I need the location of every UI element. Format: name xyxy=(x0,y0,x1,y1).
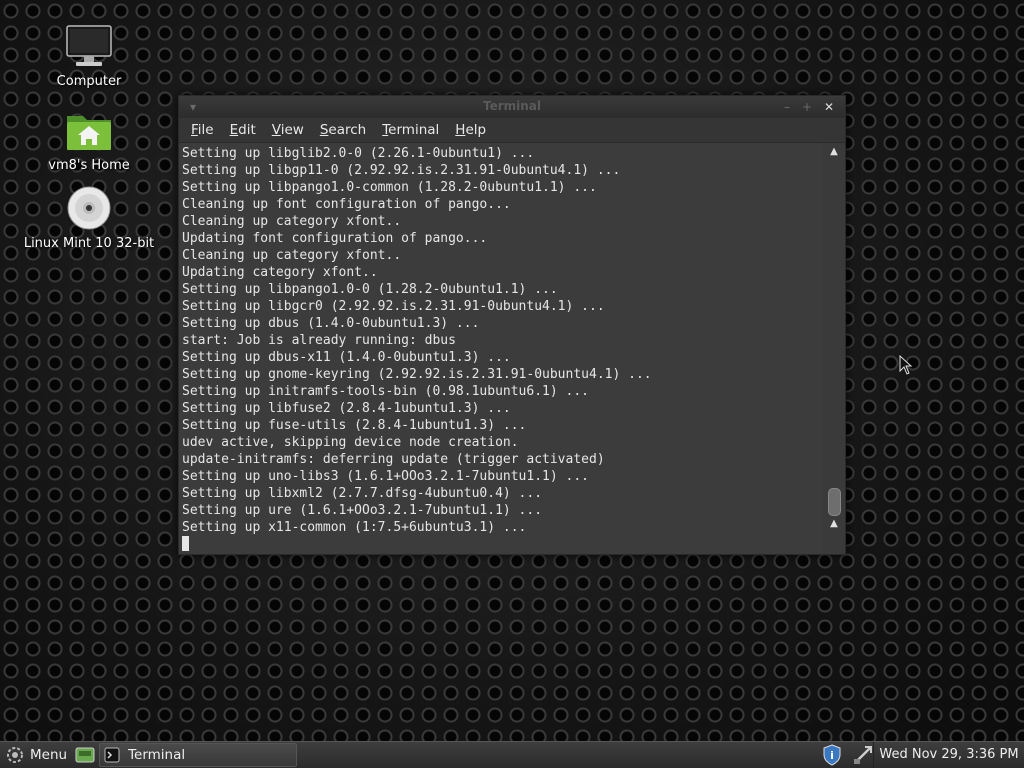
panel-clock[interactable]: Wed Nov 29, 3:36 PM xyxy=(873,742,1024,768)
menu-help[interactable]: Help xyxy=(447,118,494,142)
terminal-output[interactable]: Setting up libglib2.0-0 (2.26.1-0ubuntu1… xyxy=(179,143,823,554)
terminal-line: Setting up initramfs-tools-bin (0.98.1ub… xyxy=(182,384,589,399)
scrollbar-thumb[interactable] xyxy=(828,488,841,516)
home-folder-icon xyxy=(14,106,164,154)
show-desktop-icon[interactable] xyxy=(75,746,95,764)
terminal-app-icon xyxy=(104,747,120,763)
desktop-icon-label: vm8's Home xyxy=(48,158,130,173)
main-menu-button[interactable]: Menu xyxy=(0,742,73,768)
terminal-line: Setting up uno-libs3 (1.6.1+OOo3.2.1-7ub… xyxy=(182,469,589,484)
menu-search[interactable]: Search xyxy=(312,118,374,142)
desktop-icon-label: Linux Mint 10 32-bit xyxy=(23,236,155,251)
scroll-up-icon[interactable]: ▲ xyxy=(823,145,845,159)
terminal-line: Setting up libgcr0 (2.92.92.is.2.31.91-0… xyxy=(182,299,605,314)
terminal-line: udev active, skipping device node creati… xyxy=(182,435,519,450)
terminal-line: Setting up libxml2 (2.7.7.dfsg-4ubuntu0.… xyxy=(182,486,543,501)
terminal-line: Cleaning up category xfont.. xyxy=(182,214,402,229)
terminal-line: Updating font configuration of pango... xyxy=(182,231,488,246)
window-titlebar[interactable]: ▾ Terminal – + ✕ xyxy=(179,96,845,118)
terminal-window[interactable]: ▾ Terminal – + ✕ File Edit View Search T… xyxy=(178,95,846,555)
terminal-line: Setting up fuse-utils (2.8.4-1ubuntu1.3)… xyxy=(182,418,527,433)
taskbar-terminal-label: Terminal xyxy=(128,747,186,763)
terminal-line: Setting up libpango1.0-common (1.28.2-0u… xyxy=(182,180,597,195)
mint-menu-icon xyxy=(6,746,24,764)
system-tray: i xyxy=(822,744,874,766)
terminal-line: Setting up dbus (1.4.0-0ubuntu1.3) ... xyxy=(182,316,480,331)
maximize-icon[interactable]: + xyxy=(799,99,815,115)
terminal-lines: Setting up libglib2.0-0 (2.26.1-0ubuntu1… xyxy=(179,143,823,553)
menu-terminal[interactable]: Terminal xyxy=(374,118,447,142)
terminal-line: Setting up libfuse2 (2.8.4-1ubuntu1.3) .… xyxy=(182,401,511,416)
terminal-line: Cleaning up font configuration of pango.… xyxy=(182,197,511,212)
network-icon[interactable] xyxy=(852,744,874,766)
terminal-line: Setting up libgp11-0 (2.92.92.is.2.31.91… xyxy=(182,163,621,178)
minimize-icon[interactable]: – xyxy=(779,99,795,115)
terminal-line: update-initramfs: deferring update (trig… xyxy=(182,452,605,467)
terminal-line: Setting up gnome-keyring (2.92.92.is.2.3… xyxy=(182,367,652,382)
computer-icon xyxy=(14,22,164,70)
menu-edit[interactable]: Edit xyxy=(222,118,264,142)
mouse-pointer-icon xyxy=(899,354,913,379)
desktop-icon-label: Computer xyxy=(56,74,122,89)
desktop-icon-computer[interactable]: Computer xyxy=(14,22,164,89)
terminal-line: Cleaning up category xfont.. xyxy=(182,248,402,263)
terminal-line: Updating category xfont.. xyxy=(182,265,378,280)
svg-text:i: i xyxy=(830,749,834,762)
update-shield-icon[interactable]: i xyxy=(822,744,842,766)
close-icon[interactable]: ✕ xyxy=(821,99,837,115)
terminal-line: Setting up libglib2.0-0 (2.26.1-0ubuntu1… xyxy=(182,146,535,161)
text-cursor xyxy=(182,536,189,551)
menubar: File Edit View Search Terminal Help xyxy=(179,118,845,143)
bottom-panel: Menu Terminal i Wed Nov 29, 3:36 PM xyxy=(0,741,1024,768)
terminal-scrollbar[interactable]: ▲ ▲ xyxy=(823,143,845,554)
menu-view[interactable]: View xyxy=(264,118,312,142)
scroll-up-bottom-icon[interactable]: ▲ xyxy=(823,517,845,531)
main-menu-label: Menu xyxy=(30,747,68,763)
terminal-line: Setting up x11-common (1:7.5+6ubuntu3.1)… xyxy=(182,520,527,535)
desktop-icon-dvd[interactable]: Linux Mint 10 32-bit xyxy=(14,184,164,251)
desktop-icon-home[interactable]: vm8's Home xyxy=(14,106,164,173)
window-title: Terminal xyxy=(482,99,542,113)
terminal-line: Setting up libpango1.0-0 (1.28.2-0ubuntu… xyxy=(182,282,558,297)
terminal-line: Setting up dbus-x11 (1.4.0-0ubuntu1.3) .… xyxy=(182,350,511,365)
terminal-line: start: Job is already running: dbus xyxy=(182,333,456,348)
taskbar-terminal-button[interactable]: Terminal xyxy=(99,743,298,767)
terminal-line: Setting up ure (1.6.1+OOo3.2.1-7ubuntu1.… xyxy=(182,503,543,518)
cdrom-disc-icon xyxy=(14,184,164,232)
menu-file[interactable]: File xyxy=(183,118,222,142)
